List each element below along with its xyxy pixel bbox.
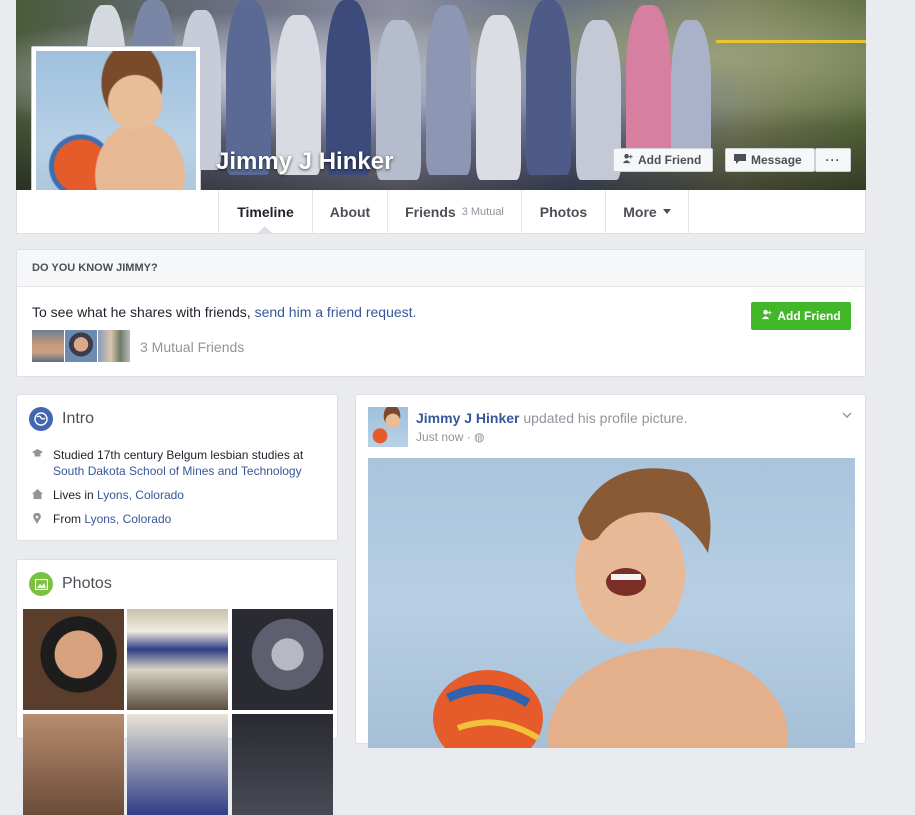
caret-down-icon — [662, 209, 671, 214]
intro-title: Intro — [62, 410, 95, 427]
mutual-friend-avatar[interactable] — [65, 330, 97, 362]
tab-about[interactable]: About — [312, 190, 387, 233]
photos-card: Photos — [16, 559, 338, 815]
send-friend-request-link[interactable]: send him a friend request. — [255, 304, 417, 320]
mutual-count: 3 Mutual — [461, 205, 504, 218]
graduation-cap-icon — [31, 449, 43, 461]
post-author-avatar[interactable] — [368, 407, 408, 447]
photo-thumbnail[interactable] — [127, 714, 228, 815]
chevron-down-icon[interactable] — [842, 407, 852, 421]
person-plus-icon — [622, 153, 633, 167]
prompt-text: To see what he shares with friends, send… — [32, 304, 416, 320]
person-plus-icon — [761, 309, 772, 323]
prompt-header: DO YOU KNOW JIMMY? — [17, 250, 865, 287]
post-header: Jimmy J Hinker updated his profile pictu… — [416, 410, 688, 426]
add-friend-label: Add Friend — [638, 153, 702, 167]
from-prefix: From — [53, 512, 85, 526]
mutual-friend-avatar[interactable] — [98, 330, 130, 362]
tab-more[interactable]: More — [605, 190, 689, 233]
photo-thumbnail[interactable] — [232, 714, 333, 815]
lives-text: Lives in Lyons, Colorado — [53, 487, 184, 503]
post-action: updated his profile picture. — [519, 410, 688, 426]
intro-card: Intro Studied 17th century Belgum lesbia… — [16, 394, 338, 541]
lives-place-link[interactable]: Lyons, Colorado — [97, 488, 184, 502]
photo-thumbnail[interactable] — [127, 609, 228, 710]
globe-icon — [29, 407, 53, 431]
add-friend-button-green[interactable]: Add Friend — [751, 302, 851, 330]
lives-prefix: Lives in — [53, 488, 98, 502]
profile-picture-image — [36, 51, 196, 211]
photo-thumbnail[interactable] — [23, 714, 124, 815]
location-pin-icon — [31, 512, 43, 525]
prompt-text-prefix: To see what he shares with friends, — [32, 304, 255, 320]
post-author-link[interactable]: Jimmy J Hinker — [416, 410, 520, 426]
post-timestamp[interactable]: Just now · ◍ — [416, 430, 485, 444]
house-icon — [31, 489, 43, 501]
tab-photos[interactable]: Photos — [521, 190, 605, 233]
profile-name[interactable]: Jimmy J Hinker — [216, 148, 393, 176]
add-friend-label: Add Friend — [777, 309, 841, 323]
from-place-link[interactable]: Lyons, Colorado — [84, 512, 171, 526]
active-tab-indicator — [258, 226, 272, 233]
message-label: Message — [751, 153, 802, 167]
more-options-button[interactable]: ··· — [815, 148, 851, 172]
education-prefix: Studied 17th century Belgum lesbian stud… — [53, 448, 304, 462]
timeline-post: Jimmy J Hinker updated his profile pictu… — [355, 394, 866, 748]
message-button[interactable]: Message — [725, 148, 815, 172]
message-icon — [734, 153, 746, 167]
mutual-friends-link[interactable]: 3 Mutual Friends — [140, 339, 244, 355]
globe-icon: ◍ — [474, 430, 485, 444]
tab-friends[interactable]: Friends 3 Mutual — [387, 190, 521, 233]
photo-thumbnail[interactable] — [23, 609, 124, 710]
add-friend-button[interactable]: Add Friend — [613, 148, 713, 172]
post-time-text: Just now · — [416, 430, 471, 444]
photo-thumbnail[interactable] — [232, 609, 333, 710]
fence-rail — [716, 40, 866, 43]
profile-tab-bar: Timeline About Friends 3 Mutual Photos M… — [16, 190, 866, 234]
tab-more-label: More — [623, 203, 657, 220]
photos-title[interactable]: Photos — [62, 575, 112, 593]
education-text: Studied 17th century Belgum lesbian stud… — [53, 447, 303, 479]
tab-friends-label: Friends — [405, 203, 456, 220]
photo-icon — [29, 572, 53, 596]
school-link[interactable]: South Dakota School of Mines and Technol… — [53, 463, 303, 479]
post-photo[interactable] — [368, 458, 855, 748]
from-text: From Lyons, Colorado — [53, 511, 171, 527]
post-photo-illustration — [433, 468, 788, 748]
friend-request-prompt: DO YOU KNOW JIMMY? To see what he shares… — [16, 249, 866, 377]
mutual-friend-avatar[interactable] — [32, 330, 64, 362]
